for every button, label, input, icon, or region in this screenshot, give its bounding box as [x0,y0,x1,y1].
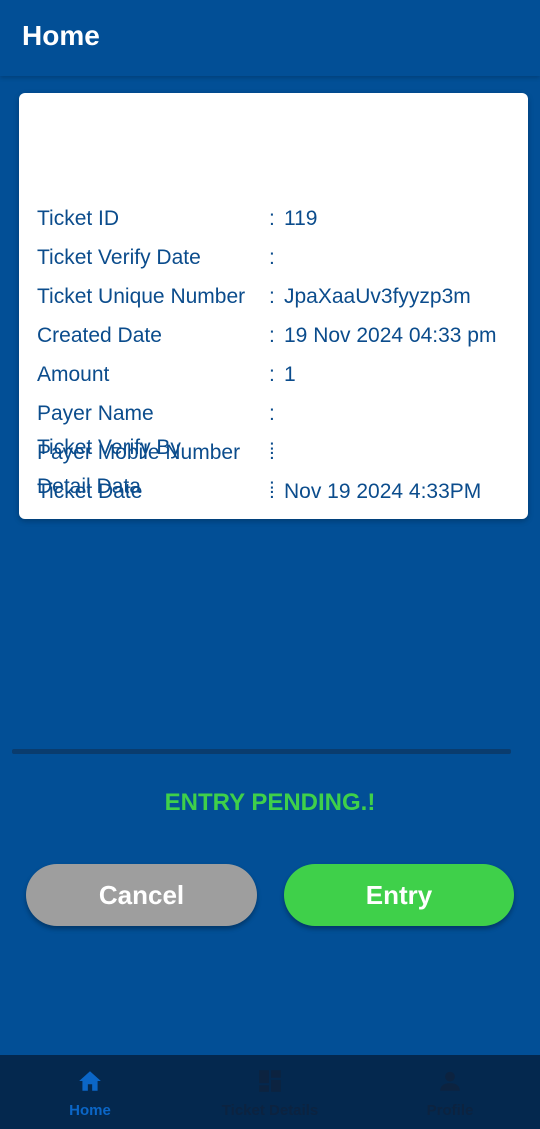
nav-item-home[interactable]: Home [0,1055,180,1129]
row-colon: : [269,324,275,347]
row-label: Ticket Verify Date [37,246,201,269]
ticket-row-payer-name: Payer Name : [19,402,528,432]
row-colon: : [269,441,275,464]
ticket-details-card: Ticket ID : 119 Ticket Verify Date : Tic… [19,93,528,519]
ticket-row-ticket-date: Ticket Date : Nov 19 2024 4:33PM [19,480,528,510]
nav-label: Profile [426,1102,474,1119]
page-title: Home [22,20,100,51]
nav-item-ticket-details[interactable]: Ticket Details [180,1055,360,1129]
dashboard-icon [259,1070,281,1092]
row-value: Nov 19 2024 4:33PM [284,480,482,503]
bottom-navigation: Home Ticket Details Profile [0,1055,540,1129]
row-value: 19 Nov 2024 04:33 pm [284,324,497,347]
ticket-row-created-date: Created Date : 19 Nov 2024 04:33 pm [19,324,528,354]
row-label: Amount [37,363,110,386]
person-icon [440,1071,460,1091]
nav-label: Ticket Details [221,1102,319,1119]
row-label: Created Date [37,324,162,347]
ticket-row-payer-mobile: Payer Mobile Number : [19,441,528,471]
row-colon: : [269,207,275,230]
row-label: Ticket ID [37,207,120,230]
row-label: Ticket Date [37,480,143,503]
nav-label: Home [69,1102,111,1119]
ticket-row-amount: Amount : 1 [19,363,528,393]
entry-status-text: ENTRY PENDING.! [164,789,376,816]
section-divider [12,749,511,754]
row-value: 119 [284,207,318,230]
ticket-row-ticket-id: Ticket ID : 119 [19,207,528,237]
home-icon [79,1071,101,1091]
row-colon: : [269,285,275,308]
row-colon: : [269,402,275,425]
row-label: Payer Name [37,402,154,425]
nav-item-profile[interactable]: Profile [360,1055,540,1129]
cancel-button[interactable]: Cancel [26,864,257,926]
row-label: Payer Mobile Number [37,441,241,464]
ticket-row-verify-date: Ticket Verify Date : [19,246,528,276]
row-colon: : [269,246,275,269]
entry-button[interactable]: Entry [284,864,514,926]
app-bar: Home [0,0,540,76]
row-colon: : [269,480,275,503]
row-value: JpaXaaUv3fyyzp3m [284,285,471,308]
ticket-row-unique-number: Ticket Unique Number : JpaXaaUv3fyyzp3m [19,285,528,315]
row-label: Ticket Unique Number [37,285,246,308]
row-colon: : [269,363,275,386]
row-value: 1 [284,363,296,386]
